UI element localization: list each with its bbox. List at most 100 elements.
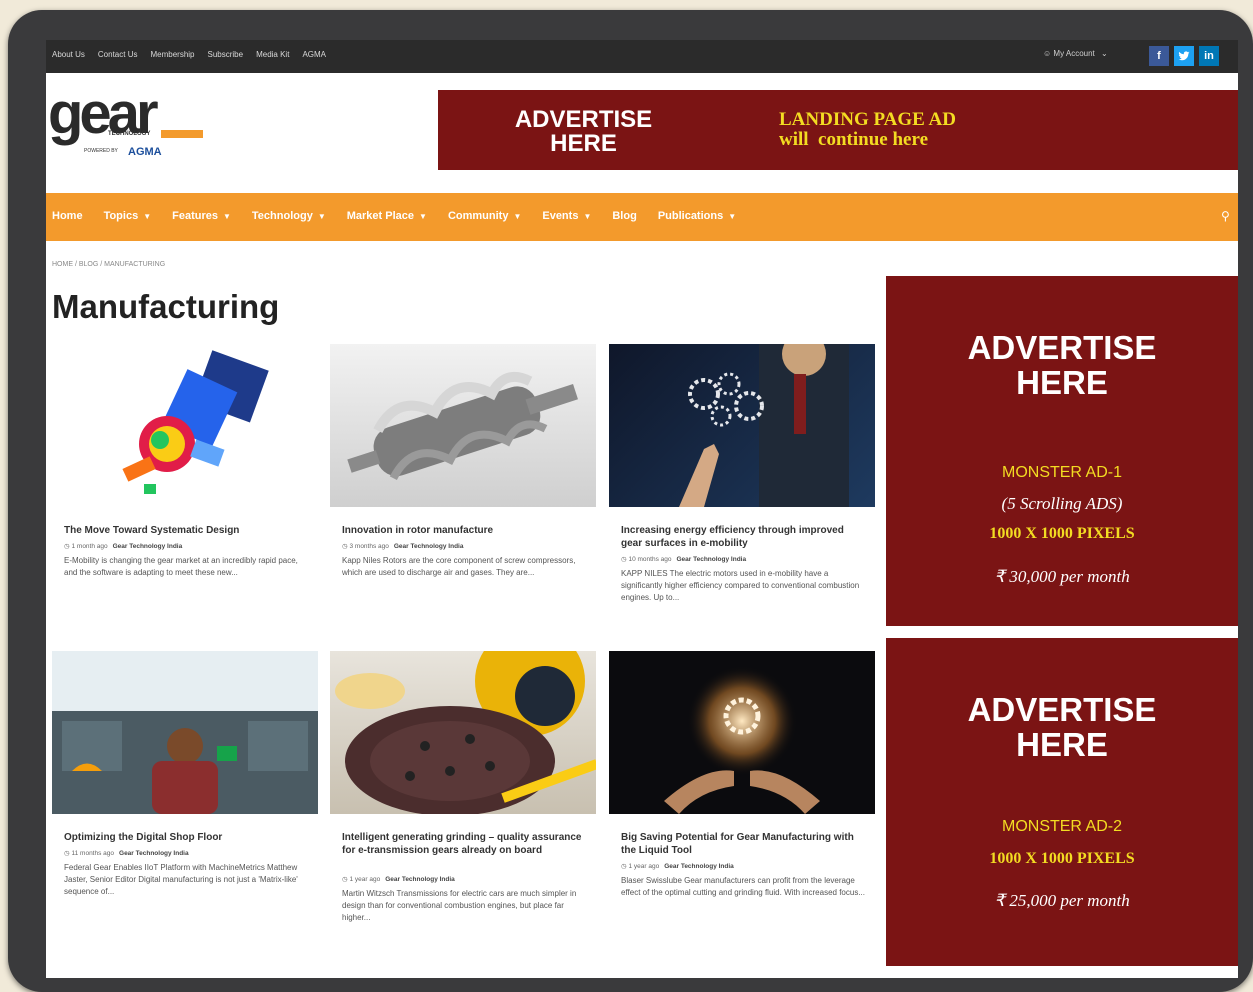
article-excerpt: E-Mobility is changing the gear market a…	[64, 556, 298, 577]
side-ad-1-name: MONSTER AD-1	[1001, 464, 1122, 481]
article-time: 1 month ago	[71, 543, 108, 550]
top-ad-headline-line2: HERE	[550, 130, 617, 157]
nav-item-blog[interactable]: Blog	[612, 210, 636, 222]
side-ad-2-size: 1000 X 1000 PIXELS	[989, 850, 1135, 867]
article-meta: ◷ 1 year ago Gear Technology India	[621, 862, 734, 870]
article-time: 1 year ago	[349, 876, 381, 883]
top-ad-headline: ADVERTISE HERE	[501, 108, 666, 156]
side-ad-1-price: ₹ 30,000 per month	[994, 567, 1130, 586]
article-title[interactable]: Increasing energy efficiency through imp…	[621, 524, 866, 550]
article-author[interactable]: Gear Technology India	[394, 543, 464, 550]
article-card[interactable]: Increasing energy efficiency through imp…	[609, 344, 875, 620]
side-ad-1-headline-line1: ADVERTISE	[967, 329, 1157, 366]
nav-item-features[interactable]: Features ▼	[172, 210, 231, 222]
top-link-contact[interactable]: Contact Us	[98, 50, 138, 59]
top-ad-landing-text: LANDING PAGE AD will continue here	[779, 109, 956, 150]
article-thumbnail[interactable]	[52, 344, 318, 507]
article-time: 10 months ago	[628, 556, 672, 563]
side-ad-1-headline-line2: HERE	[1016, 364, 1108, 401]
search-icon[interactable]: ⚲	[1221, 209, 1230, 223]
nav-item-events[interactable]: Events ▼	[542, 210, 591, 222]
logo-powered-by: POWERED BY	[84, 148, 118, 154]
chevron-down-icon: ▼	[583, 212, 592, 221]
article-time: 1 year ago	[628, 863, 660, 870]
article-excerpt: Kapp Niles Rotors are the core component…	[342, 556, 576, 577]
side-ad-1-note: (5 Scrolling ADS)	[1001, 494, 1123, 513]
user-icon: ☺	[1043, 49, 1052, 58]
nav-item-label: Community	[447, 210, 509, 222]
article-excerpt: KAPP NILES The electric motors used in e…	[621, 569, 860, 602]
my-account-label: My Account	[1053, 49, 1095, 58]
top-link-media-kit[interactable]: Media Kit	[256, 50, 289, 59]
article-card[interactable]: Intelligent generating grinding – qualit…	[330, 651, 596, 951]
article-card[interactable]: Optimizing the Digital Shop Floor ◷ 11 m…	[52, 651, 318, 951]
article-thumbnail[interactable]	[330, 651, 596, 814]
my-account-menu[interactable]: ☺ My Account ⌄	[1043, 49, 1108, 58]
nav-items: Home Topics ▼ Features ▼ Technology ▼ Market Pl…	[52, 210, 757, 222]
article-card[interactable]: The Move Toward Systematic Design ◷ 1 mo…	[52, 344, 318, 620]
article-card[interactable]: Innovation in rotor manufacture ◷ 3 mont…	[330, 344, 596, 620]
side-ad-2-headline-line1: ADVERTISE	[967, 691, 1157, 728]
side-ad-2-headline: ADVERTISE HERE	[886, 692, 1238, 762]
logo-agma: AGMA	[128, 146, 162, 158]
page-title: Manufacturing	[52, 288, 280, 325]
article-title[interactable]: Optimizing the Digital Shop Floor	[64, 831, 309, 844]
article-thumbnail[interactable]	[52, 651, 318, 814]
clock-icon: ◷	[621, 556, 627, 563]
top-link-subscribe[interactable]: Subscribe	[208, 50, 244, 59]
article-time: 3 months ago	[349, 543, 389, 550]
article-author[interactable]: Gear Technology India	[677, 556, 747, 563]
article-thumbnail[interactable]	[609, 344, 875, 507]
clock-icon: ◷	[342, 543, 348, 550]
article-title[interactable]: Innovation in rotor manufacture	[342, 524, 587, 537]
tablet-frame: About Us Contact Us Membership Subscribe…	[8, 10, 1253, 992]
article-meta: ◷ 10 months ago Gear Technology India	[621, 555, 746, 563]
nav-item-label: Publications	[657, 210, 724, 222]
clock-icon: ◷	[64, 850, 70, 857]
top-utility-bar: About Us Contact Us Membership Subscribe…	[46, 40, 1238, 73]
side-ad-2-headline-line2: HERE	[1016, 726, 1108, 763]
article-title[interactable]: The Move Toward Systematic Design	[64, 524, 309, 537]
side-ad-monster-2[interactable]: ADVERTISE HERE MONSTER AD-2 1000 X 1000 …	[886, 638, 1238, 966]
side-ad-1-headline: ADVERTISE HERE	[886, 330, 1238, 400]
article-author[interactable]: Gear Technology India	[113, 543, 183, 550]
article-title[interactable]: Big Saving Potential for Gear Manufactur…	[621, 831, 866, 857]
article-excerpt: Federal Gear Enables IIoT Platform with …	[64, 863, 298, 896]
nav-item-label: Technology	[251, 210, 313, 222]
article-excerpt: Blaser Swisslube Gear manufacturers can …	[621, 876, 865, 897]
article-meta: ◷ 3 months ago Gear Technology India	[342, 542, 463, 550]
article-title[interactable]: Intelligent generating grinding – qualit…	[342, 831, 587, 857]
nav-item-label: Home	[52, 210, 83, 222]
linkedin-icon[interactable]: in	[1199, 46, 1219, 66]
main-navigation: Home Topics ▼ Features ▼ Technology ▼ Market Pl…	[46, 193, 1238, 241]
side-ad-1-size: 1000 X 1000 PIXELS	[989, 525, 1135, 542]
facebook-icon[interactable]: f	[1149, 46, 1169, 66]
nav-item-market-place[interactable]: Market Place ▼	[347, 210, 427, 222]
nav-item-label: Topics	[103, 210, 139, 222]
nav-item-topics[interactable]: Topics ▼	[104, 210, 152, 222]
top-link-agma[interactable]: AGMA	[302, 50, 326, 59]
chevron-down-icon: ▼	[513, 212, 522, 221]
side-ad-2-name: MONSTER AD-2	[1001, 818, 1122, 835]
article-author[interactable]: Gear Technology India	[664, 863, 734, 870]
chevron-down-icon: ▼	[419, 212, 427, 221]
article-author[interactable]: Gear Technology India	[119, 850, 189, 857]
article-author[interactable]: Gear Technology India	[385, 876, 455, 883]
article-thumbnail[interactable]	[609, 651, 875, 814]
nav-item-technology[interactable]: Technology ▼	[252, 210, 326, 222]
nav-item-publications[interactable]: Publications ▼	[658, 210, 736, 222]
article-thumbnail[interactable]	[330, 344, 596, 507]
top-link-about[interactable]: About Us	[52, 50, 85, 59]
breadcrumb: HOME / BLOG / MANUFACTURING	[52, 261, 166, 268]
nav-item-home[interactable]: Home	[52, 210, 83, 222]
clock-icon: ◷	[342, 876, 348, 883]
article-card[interactable]: Big Saving Potential for Gear Manufactur…	[609, 651, 875, 951]
nav-item-label: Market Place	[346, 210, 415, 222]
side-ad-monster-1[interactable]: ADVERTISE HERE MONSTER AD-1 (5 Scrolling…	[886, 276, 1238, 626]
side-ad-2-price: ₹ 25,000 per month	[994, 891, 1130, 910]
chevron-down-icon: ▼	[222, 212, 231, 221]
twitter-icon[interactable]	[1174, 46, 1194, 66]
nav-item-community[interactable]: Community ▼	[448, 210, 521, 222]
top-link-membership[interactable]: Membership	[150, 50, 194, 59]
chevron-down-icon: ▼	[143, 212, 152, 221]
